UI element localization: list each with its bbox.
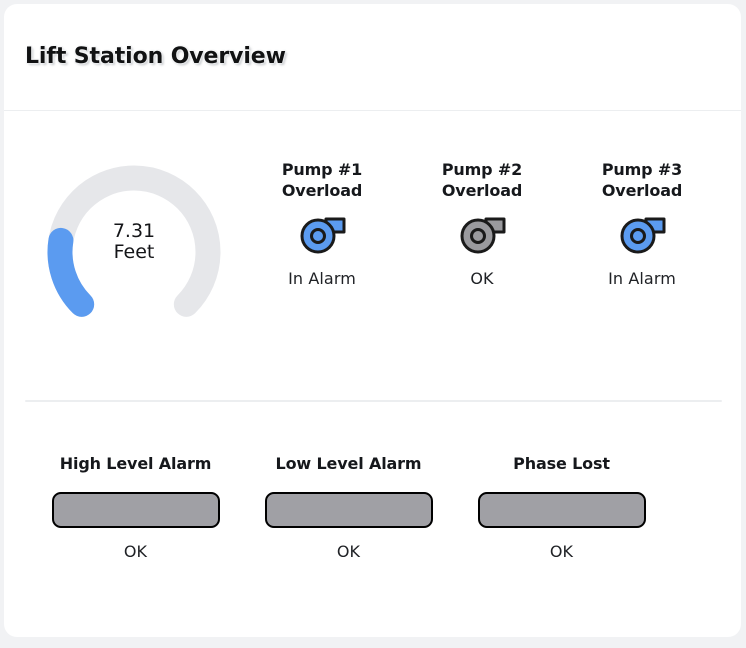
pump-label-2-line2: Overload [441, 181, 523, 201]
upper-section: 7.31 Feet Pump #1 Overload In Alarm Pump… [4, 111, 741, 396]
pump-label-3-line1: Pump #3 [601, 160, 683, 179]
pump-icon-wrap-1 [247, 212, 397, 258]
pump-label-1-line2: Overload [281, 181, 363, 201]
alarm-status-low-level: OK [336, 542, 361, 561]
pump-label-1-line1: Pump #1 [281, 160, 363, 179]
pump-status-2[interactable]: Pump #2 Overload OK [407, 159, 557, 288]
pump-status-3[interactable]: Pump #3 Overload In Alarm [567, 159, 717, 288]
alarm-label-low-level: Low Level Alarm [275, 454, 422, 473]
alarm-label-phase-lost: Phase Lost [513, 454, 610, 473]
pump-body-icon [620, 218, 655, 254]
pump-icon [460, 217, 505, 254]
alarm-status-high-level: OK [123, 542, 148, 561]
page-title: Lift Station Overview [25, 44, 286, 69]
lower-section: High Level Alarm OK Low Level Alarm OK P… [4, 402, 741, 637]
pump-icon [300, 217, 345, 254]
gauge-readout: 7.31 Feet [26, 220, 242, 264]
pump-body-icon [460, 218, 495, 254]
pump-body-icon [300, 218, 335, 254]
pump-label-1: Pump #1 Overload [247, 159, 397, 201]
pump-status-text-2: OK [470, 269, 494, 289]
gauge-unit: Feet [113, 241, 155, 264]
pump-icon-wrap-3 [567, 212, 717, 258]
card-header: Lift Station Overview [4, 4, 741, 111]
gauge-value: 7.31 [112, 220, 156, 242]
lift-station-overview-card: Lift Station Overview 7.31 Feet Pump #1 … [4, 4, 741, 637]
pump-label-3-line2: Overload [601, 181, 683, 201]
pump-label-2-line1: Pump #2 [441, 160, 523, 179]
alarm-bar-phase-lost [477, 492, 646, 528]
alarm-status-phase-lost: OK [549, 542, 574, 561]
pump-label-2: Pump #2 Overload [407, 159, 557, 201]
pump-status-1[interactable]: Pump #1 Overload In Alarm [247, 159, 397, 288]
alarm-label-high-level: High Level Alarm [59, 454, 212, 473]
pump-icon-wrap-2 [407, 212, 557, 258]
level-gauge[interactable]: 7.31 Feet [26, 159, 242, 334]
pump-status-text-3: In Alarm [608, 269, 676, 289]
pump-status-text-1: In Alarm [288, 269, 356, 289]
alarm-indicator-high-level[interactable]: High Level Alarm OK [29, 454, 242, 561]
alarm-bar-low-level [264, 492, 433, 528]
pump-icon [620, 217, 665, 254]
pump-label-3: Pump #3 Overload [567, 159, 717, 201]
alarm-bar-high-level [51, 492, 220, 528]
alarm-indicator-phase-lost[interactable]: Phase Lost OK [455, 454, 668, 561]
alarm-indicator-low-level[interactable]: Low Level Alarm OK [242, 454, 455, 561]
